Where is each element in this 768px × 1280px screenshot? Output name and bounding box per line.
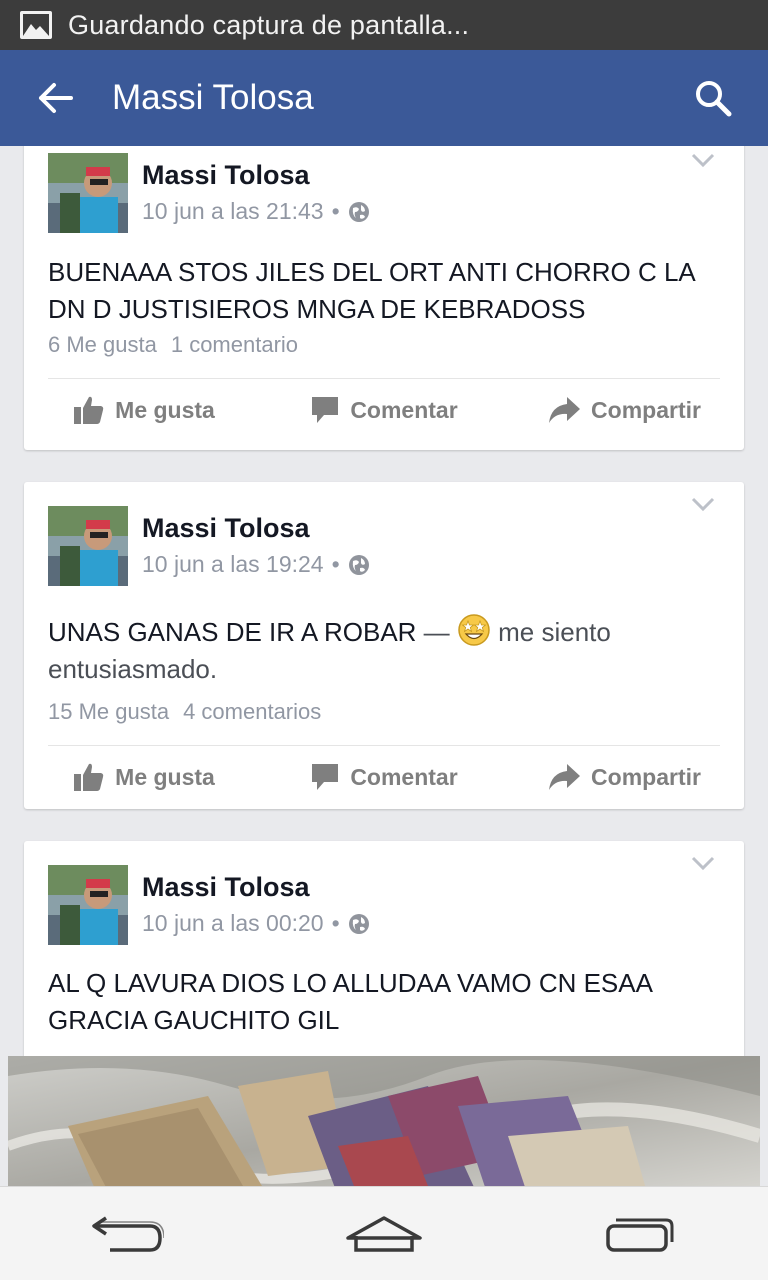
search-icon bbox=[696, 81, 732, 117]
avatar[interactable] bbox=[48, 153, 128, 233]
globe-icon bbox=[348, 554, 369, 575]
share-label: Compartir bbox=[591, 396, 701, 423]
comment-icon bbox=[312, 397, 339, 423]
avatar[interactable] bbox=[48, 865, 128, 945]
divider bbox=[48, 745, 720, 746]
post-author[interactable]: Massi Tolosa bbox=[142, 872, 310, 903]
search-button[interactable] bbox=[673, 50, 753, 146]
comments-count[interactable]: 4 comentarios bbox=[183, 699, 321, 724]
post-meta: 10 jun a las 00:20 • bbox=[142, 910, 370, 937]
arrow-left-icon bbox=[39, 83, 73, 113]
share-button[interactable]: Compartir bbox=[504, 747, 744, 807]
comment-label: Comentar bbox=[350, 763, 458, 790]
post-meta: 10 jun a las 19:24 • bbox=[142, 551, 370, 578]
status-bar: Guardando captura de pantalla... bbox=[0, 0, 768, 50]
post-text: BUENAAA STOS JILES DEL ORT ANTI CHORRO C… bbox=[48, 257, 695, 324]
post-counts[interactable]: 15 Me gusta 4 comentarios bbox=[48, 699, 321, 725]
nav-recents-button[interactable] bbox=[580, 1194, 700, 1274]
feeling-separator: — bbox=[423, 617, 450, 647]
meta-separator: • bbox=[331, 910, 340, 936]
nav-home-button[interactable] bbox=[324, 1194, 444, 1274]
share-icon bbox=[549, 764, 581, 790]
nav-recents-icon bbox=[606, 1218, 674, 1252]
post-actions: Me gusta Comentar Compartir bbox=[24, 380, 744, 440]
like-button[interactable]: Me gusta bbox=[24, 380, 264, 440]
nav-home-icon bbox=[346, 1215, 422, 1252]
post-photo[interactable] bbox=[8, 1056, 760, 1186]
nav-back-button[interactable] bbox=[68, 1194, 188, 1274]
chevron-down-icon[interactable] bbox=[690, 494, 716, 514]
avatar[interactable] bbox=[48, 506, 128, 586]
comment-button[interactable]: Comentar bbox=[264, 747, 504, 807]
thumbs-up-icon bbox=[74, 396, 104, 424]
post-author[interactable]: Massi Tolosa bbox=[142, 160, 310, 191]
post-time[interactable]: 10 jun a las 19:24 bbox=[142, 551, 324, 578]
post-time[interactable]: 10 jun a las 21:43 bbox=[142, 198, 324, 225]
share-icon bbox=[549, 397, 581, 423]
back-button[interactable] bbox=[10, 50, 100, 146]
image-icon bbox=[20, 11, 52, 39]
post-counts[interactable]: 6 Me gusta 1 comentario bbox=[48, 332, 298, 358]
likes-count[interactable]: 6 Me gusta bbox=[48, 332, 157, 357]
post-time[interactable]: 10 jun a las 00:20 bbox=[142, 910, 324, 937]
share-button[interactable]: Compartir bbox=[504, 380, 744, 440]
post-meta: 10 jun a las 21:43 • bbox=[142, 198, 370, 225]
nav-back-icon bbox=[92, 1216, 164, 1252]
comment-label: Comentar bbox=[350, 396, 458, 423]
post-actions: Me gusta Comentar Compartir bbox=[24, 747, 744, 807]
meta-separator: • bbox=[331, 551, 340, 577]
post-text: AL Q LAVURA DIOS LO ALLUDAA VAMO CN ESAA… bbox=[48, 968, 652, 1035]
chevron-down-icon[interactable] bbox=[690, 853, 716, 873]
news-feed[interactable]: Massi Tolosa 10 jun a las 21:43 • BUENAA… bbox=[0, 146, 768, 1186]
status-text: Guardando captura de pantalla... bbox=[68, 9, 470, 40]
app-bar: Massi Tolosa bbox=[0, 50, 768, 146]
meta-separator: • bbox=[331, 198, 340, 224]
post-body: UNAS GANAS DE IR A ROBAR bbox=[48, 617, 417, 647]
comment-icon bbox=[312, 764, 339, 790]
comments-count[interactable]: 1 comentario bbox=[171, 332, 298, 357]
post-text: UNAS GANAS DE IR A ROBAR — me siento ent… bbox=[48, 613, 720, 688]
share-label: Compartir bbox=[591, 763, 701, 790]
post-author[interactable]: Massi Tolosa bbox=[142, 513, 310, 544]
star-struck-emoji-icon bbox=[458, 614, 490, 646]
post-card: Massi Tolosa 10 jun a las 21:43 • BUENAA… bbox=[24, 146, 744, 450]
likes-count[interactable]: 15 Me gusta bbox=[48, 699, 169, 724]
thumbs-up-icon bbox=[74, 763, 104, 791]
like-label: Me gusta bbox=[115, 396, 215, 423]
globe-icon bbox=[348, 913, 369, 934]
globe-icon bbox=[348, 201, 369, 222]
system-nav-bar bbox=[0, 1186, 768, 1280]
comment-button[interactable]: Comentar bbox=[264, 380, 504, 440]
chevron-down-icon[interactable] bbox=[690, 150, 716, 170]
page-title: Massi Tolosa bbox=[112, 78, 314, 117]
like-button[interactable]: Me gusta bbox=[24, 747, 264, 807]
divider bbox=[48, 378, 720, 379]
post-card: Massi Tolosa 10 jun a las 19:24 • UNAS G… bbox=[24, 482, 744, 809]
like-label: Me gusta bbox=[115, 763, 215, 790]
